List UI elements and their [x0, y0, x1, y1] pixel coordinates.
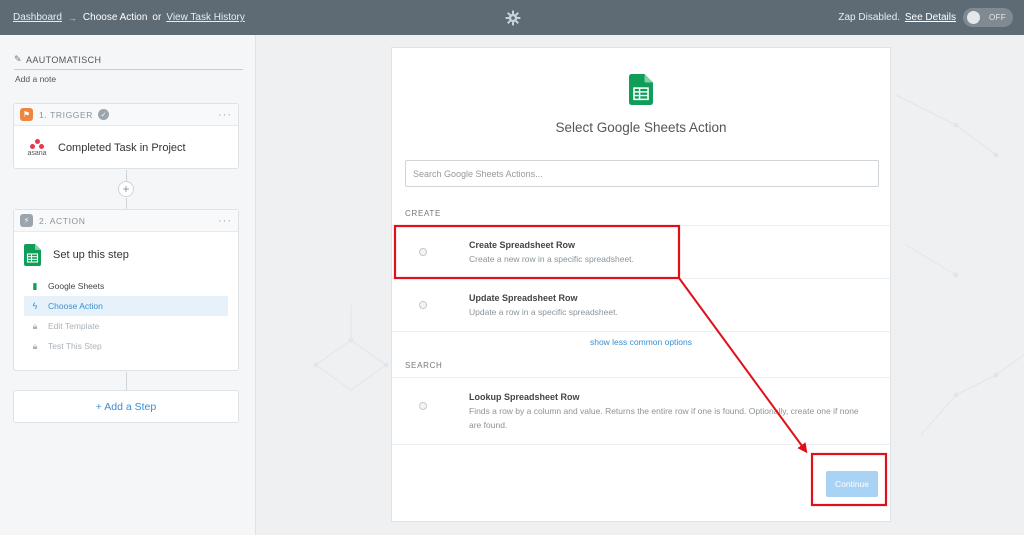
option-lookup-spreadsheet-row[interactable]: Lookup Spreadsheet Row Finds a row by a … — [392, 378, 890, 444]
trigger-title: Completed Task in Project — [58, 142, 186, 154]
lightning-icon: ⚡ — [20, 214, 33, 227]
divider — [392, 331, 890, 332]
action-step-label: 2. ACTION — [39, 215, 86, 226]
radio-button[interactable] — [419, 248, 427, 256]
substep-label: Test This Step — [48, 341, 102, 351]
substep-edit-template: 🔒︎ Edit Template — [24, 316, 228, 336]
action-card[interactable]: ⚡ 2. ACTION ··· Set up this step ▮ Googl… — [13, 209, 239, 371]
search-section-label: SEARCH — [405, 361, 443, 370]
action-panel: Select Google Sheets Action CREATE Creat… — [391, 47, 891, 522]
lightning-icon: ϟ — [32, 301, 38, 311]
google-sheets-icon — [629, 74, 653, 105]
breadcrumb-arrow: → — [67, 12, 77, 23]
continue-button[interactable]: Continue — [826, 471, 878, 497]
add-note-link[interactable]: Add a note — [15, 74, 56, 84]
asana-logo-icon: asana — [24, 139, 50, 157]
connector-line — [126, 198, 127, 209]
option-description: Finds a row by a column and value. Retur… — [469, 406, 859, 430]
page-title: Select Google Sheets Action — [555, 120, 727, 135]
option-title: Create Spreadsheet Row — [469, 240, 576, 250]
option-update-spreadsheet-row[interactable]: Update Spreadsheet Row Update a row in a… — [392, 279, 890, 331]
radio-button[interactable] — [419, 402, 427, 410]
see-details-link[interactable]: See Details — [905, 12, 956, 23]
option-description: Create a new row in a specific spreadshe… — [469, 254, 634, 264]
zap-status-text: Zap Disabled. — [838, 12, 901, 23]
radio-button[interactable] — [419, 301, 427, 309]
zap-name: AAUTOMATISCH — [25, 54, 102, 65]
breadcrumb-dashboard-link[interactable]: Dashboard — [13, 12, 62, 23]
lock-icon: 🔒︎ — [32, 320, 38, 331]
trigger-step-label: 1. TRIGGER — [39, 109, 94, 120]
add-step-plus-icon[interactable]: + — [118, 181, 134, 197]
asana-logo-text: asana — [27, 150, 47, 157]
more-options-icon[interactable]: ··· — [218, 109, 232, 121]
toggle-label: OFF — [989, 13, 1006, 22]
add-a-step-button[interactable]: + Add a Step — [13, 390, 239, 423]
create-section-label: CREATE — [405, 209, 442, 218]
substep-choose-action[interactable]: ϟ Choose Action — [24, 296, 228, 316]
substep-label: Choose Action — [48, 301, 103, 311]
trigger-card[interactable]: ⚑ 1. TRIGGER ✓ ··· asana Completed Task … — [13, 103, 239, 169]
connector-line — [126, 170, 127, 181]
sidebar: ✎ AAUTOMATISCH Add a note ⚑ 1. TRIGGER ✓… — [0, 35, 256, 535]
option-description: Update a row in a specific spreadsheet. — [469, 307, 618, 317]
substep-test-step: 🔒︎ Test This Step — [24, 336, 228, 356]
zap-status: Zap Disabled. See Details — [838, 12, 956, 23]
option-title: Update Spreadsheet Row — [469, 293, 578, 303]
trigger-card-header: ⚑ 1. TRIGGER ✓ ··· — [14, 104, 238, 126]
option-create-spreadsheet-row[interactable]: Create Spreadsheet Row Create a new row … — [392, 226, 890, 278]
gear-icon[interactable] — [505, 10, 521, 26]
pencil-icon: ✎ — [14, 54, 22, 64]
divider — [392, 444, 890, 445]
option-title: Lookup Spreadsheet Row — [469, 392, 580, 402]
view-task-history-link[interactable]: View Task History — [166, 12, 245, 23]
show-less-options-link[interactable]: show less common options — [392, 337, 890, 347]
google-sheets-icon: ▮ — [32, 280, 38, 291]
zap-toggle[interactable]: OFF — [963, 8, 1013, 27]
check-icon: ✓ — [98, 109, 110, 120]
toggle-knob — [967, 11, 980, 24]
breadcrumb-current: Choose Action — [82, 12, 148, 23]
more-options-icon[interactable]: ··· — [218, 215, 232, 227]
zap-name-field[interactable]: ✎ AAUTOMATISCH — [14, 54, 243, 70]
substep-label: Google Sheets — [48, 281, 105, 291]
search-actions-input[interactable] — [405, 160, 879, 187]
google-sheets-icon — [24, 244, 41, 266]
connector-line — [126, 372, 127, 390]
substep-google-sheets[interactable]: ▮ Google Sheets — [24, 276, 228, 296]
action-card-header: ⚡ 2. ACTION ··· — [14, 210, 238, 232]
breadcrumb-or: or — [152, 12, 162, 23]
lock-icon: 🔒︎ — [32, 340, 38, 351]
substep-label: Edit Template — [48, 321, 100, 331]
action-title: Set up this step — [53, 249, 129, 261]
trigger-bolt-icon: ⚑ — [20, 108, 33, 121]
